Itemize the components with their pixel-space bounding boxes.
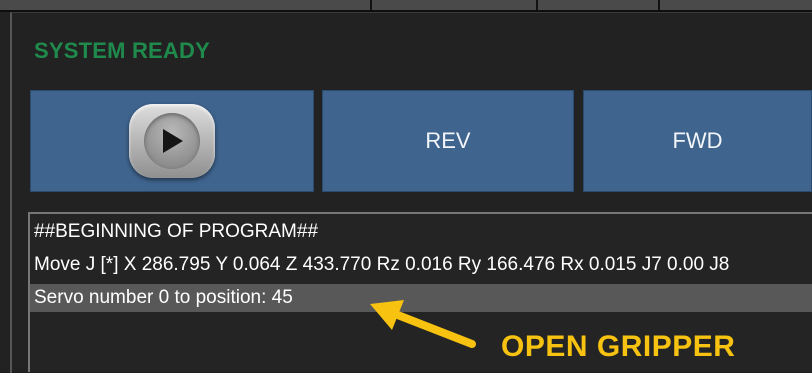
program-line[interactable]: Move J [*] X 286.795 Y 0.064 Z 433.770 R… — [34, 251, 729, 279]
play-button[interactable] — [30, 90, 314, 192]
arrow-icon — [370, 300, 476, 348]
status-text: SYSTEM READY — [34, 38, 210, 63]
program-line[interactable]: ##BEGINNING OF PROGRAM## — [34, 218, 318, 246]
toolbar-segment — [372, 0, 538, 10]
open-gripper-annotation: OPEN GRIPPER — [501, 330, 736, 363]
toolbar-segment — [0, 0, 372, 10]
play-icon — [129, 104, 215, 178]
toolbar-segment — [538, 0, 660, 10]
rev-button[interactable]: REV — [322, 90, 574, 192]
fwd-button[interactable]: FWD — [583, 90, 812, 192]
top-toolbar-strip — [0, 0, 812, 12]
